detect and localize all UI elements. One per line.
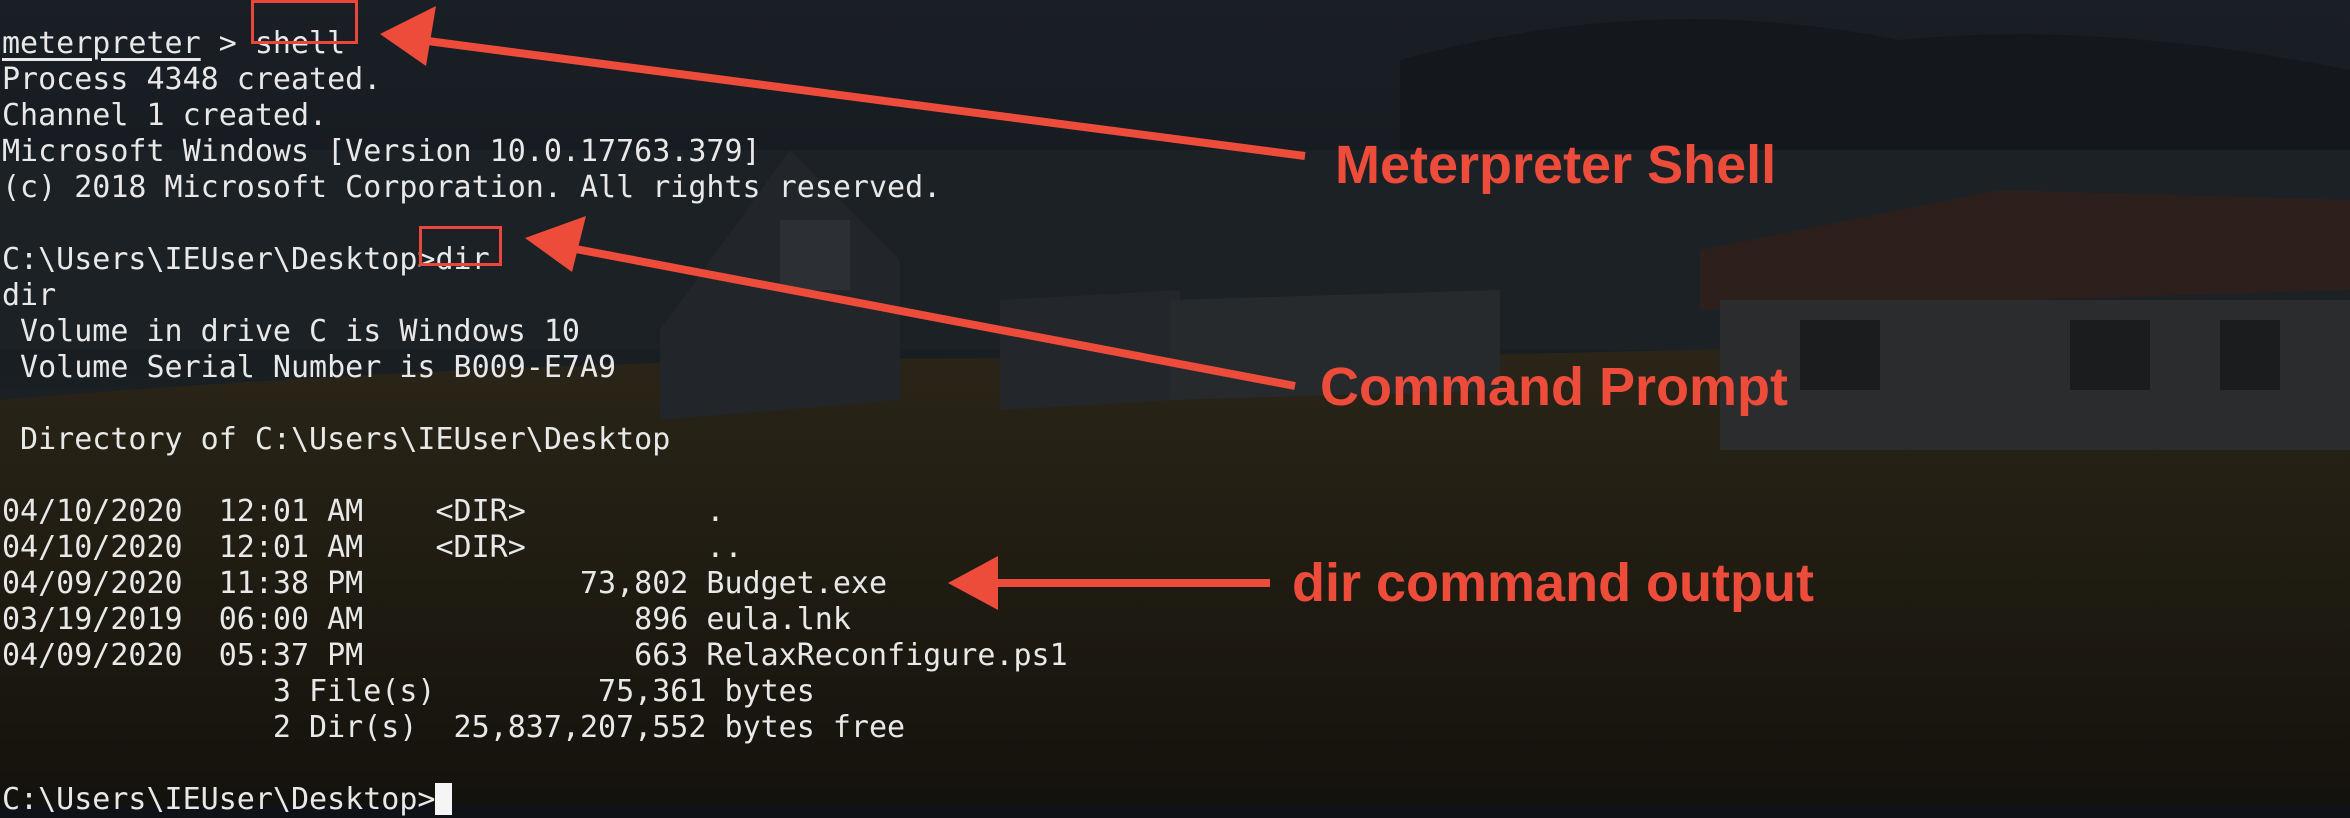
label-meterpreter-shell: Meterpreter Shell bbox=[1335, 135, 1777, 195]
arrow-shell-head bbox=[380, 6, 436, 66]
arrow-command-prompt-head bbox=[525, 216, 586, 272]
arrow-command-prompt bbox=[559, 242, 1296, 390]
arrow-dir-output-head bbox=[948, 556, 998, 610]
annotation-arrows bbox=[380, 6, 1306, 610]
label-dir-command-output: dir command output bbox=[1292, 553, 1814, 613]
label-command-prompt: Command Prompt bbox=[1320, 357, 1789, 417]
arrow-shell bbox=[419, 36, 1306, 160]
